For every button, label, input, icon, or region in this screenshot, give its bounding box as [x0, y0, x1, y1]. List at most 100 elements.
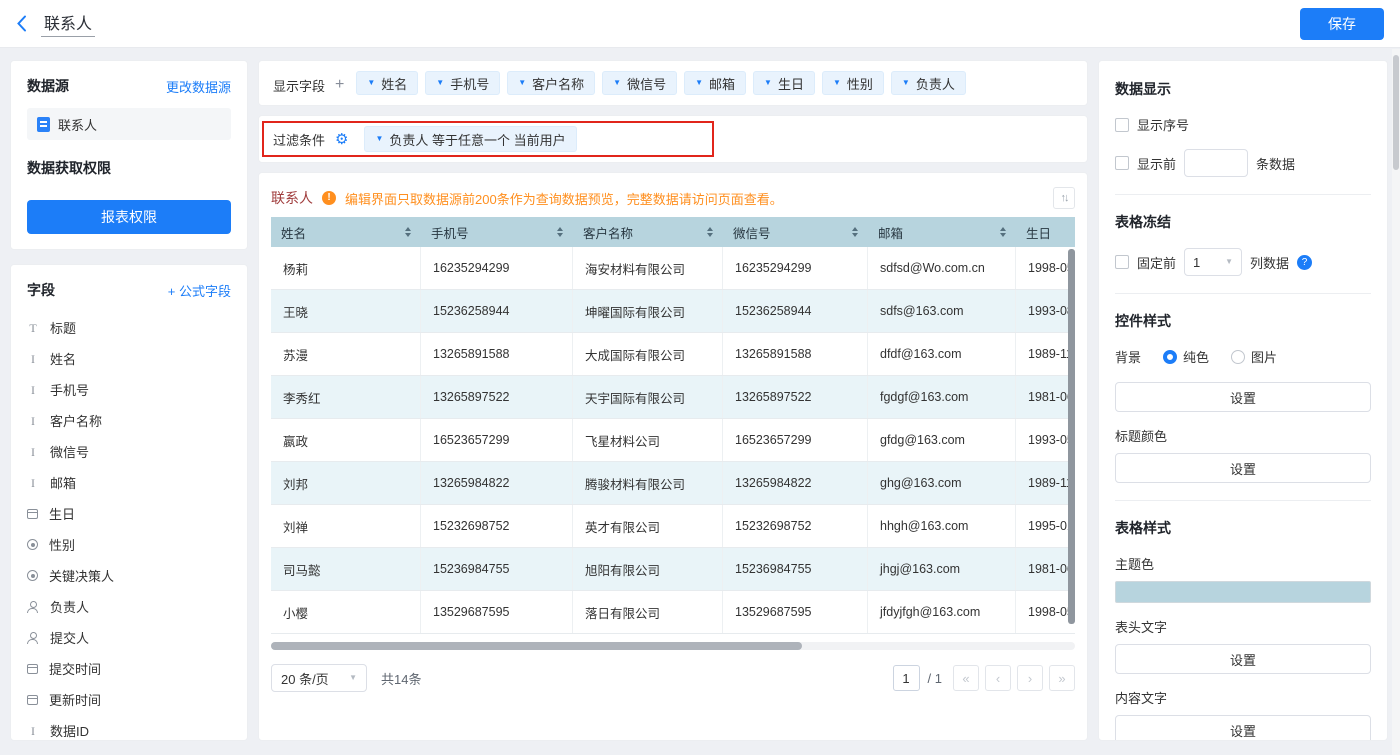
- table-row[interactable]: 刘禅15232698752英才有限公司15232698752hhgh@163.c…: [271, 505, 1075, 548]
- table-row[interactable]: 嬴政16523657299飞星材料公司16523657299gfdg@163.c…: [271, 419, 1075, 462]
- change-datasource-link[interactable]: 更改数据源: [166, 77, 231, 96]
- table-cell: 嬴政: [271, 419, 421, 461]
- table-cell: 16523657299: [421, 419, 573, 461]
- column-header[interactable]: 手机号: [421, 217, 573, 247]
- display-field-chip[interactable]: ▼姓名: [356, 71, 418, 95]
- title-color-setting-button[interactable]: 设置: [1115, 453, 1371, 483]
- table-cell: 15236258944: [421, 290, 573, 332]
- background-label: 背景: [1115, 347, 1141, 366]
- scrollbar-thumb[interactable]: [271, 642, 802, 650]
- display-field-chip[interactable]: ▼微信号: [602, 71, 677, 95]
- field-item[interactable]: 负责人: [27, 591, 231, 622]
- top-count-input[interactable]: [1184, 149, 1248, 177]
- sort-icon[interactable]: [707, 227, 713, 237]
- report-permission-button[interactable]: 报表权限: [27, 200, 231, 234]
- calendar-icon: [27, 509, 38, 519]
- field-item[interactable]: I数据ID: [27, 715, 231, 741]
- table-cell: 1998-05: [1016, 247, 1075, 289]
- field-item[interactable]: I客户名称: [27, 405, 231, 436]
- freeze-count-select[interactable]: 1 ▼: [1184, 248, 1242, 276]
- bg-solid-radio[interactable]: 纯色: [1163, 347, 1209, 366]
- page-scrollbar[interactable]: [1392, 49, 1400, 755]
- sort-icon[interactable]: [852, 227, 858, 237]
- table-row[interactable]: 王晓15236258944坤曜国际有限公司15236258944sdfs@163…: [271, 290, 1075, 333]
- last-page-button[interactable]: »: [1049, 665, 1075, 691]
- field-item[interactable]: 生日: [27, 498, 231, 529]
- save-button[interactable]: 保存: [1300, 8, 1384, 40]
- display-field-chip[interactable]: ▼性别: [822, 71, 884, 95]
- show-top-checkbox[interactable]: [1115, 156, 1129, 170]
- table-cell: 王晓: [271, 290, 421, 332]
- table-row[interactable]: 司马懿15236984755旭阳有限公司15236984755jhgj@163.…: [271, 548, 1075, 591]
- table-card: 联系人 ! 编辑界面只取数据源前200条作为查询数据预览，完整数据请访问页面查看…: [258, 172, 1088, 741]
- next-page-button[interactable]: ›: [1017, 665, 1043, 691]
- theme-color-swatch[interactable]: [1115, 581, 1371, 603]
- table-horizontal-scrollbar[interactable]: [271, 642, 1075, 650]
- display-field-chip[interactable]: ▼负责人: [891, 71, 966, 95]
- field-item[interactable]: 提交人: [27, 622, 231, 653]
- field-item[interactable]: I微信号: [27, 436, 231, 467]
- column-header[interactable]: 姓名: [271, 217, 421, 247]
- help-icon[interactable]: ?: [1297, 255, 1312, 270]
- column-header-label: 微信号: [733, 223, 771, 242]
- table-row[interactable]: 李秀红13265897522天宇国际有限公司13265897522fgdgf@1…: [271, 376, 1075, 419]
- center-panel: 显示字段 + ▼姓名▼手机号▼客户名称▼微信号▼邮箱▼生日▼性别▼负责人 过滤条…: [258, 60, 1088, 741]
- page-size-select[interactable]: 20 条/页 ▼: [271, 664, 367, 692]
- sort-toggle-icon[interactable]: ↑↓: [1053, 187, 1075, 209]
- display-field-chip[interactable]: ▼手机号: [425, 71, 500, 95]
- field-label: 性别: [49, 535, 75, 554]
- field-item[interactable]: T标题: [27, 312, 231, 343]
- scrollbar-thumb[interactable]: [1068, 249, 1075, 624]
- field-item[interactable]: I手机号: [27, 374, 231, 405]
- first-page-button[interactable]: «: [953, 665, 979, 691]
- column-header[interactable]: 微信号: [723, 217, 868, 247]
- table-cell: sdfs@163.com: [868, 290, 1016, 332]
- field-item[interactable]: 提交时间: [27, 653, 231, 684]
- display-field-chip[interactable]: ▼邮箱: [684, 71, 746, 95]
- content-text-setting-button[interactable]: 设置: [1115, 715, 1371, 741]
- show-index-checkbox[interactable]: [1115, 118, 1129, 132]
- field-label: 客户名称: [50, 411, 102, 430]
- sort-icon[interactable]: [405, 227, 411, 237]
- background-setting-button[interactable]: 设置: [1115, 382, 1371, 412]
- column-header[interactable]: 邮箱: [868, 217, 1016, 247]
- table-row[interactable]: 苏漫13265891588大成国际有限公司13265891588dfdf@163…: [271, 333, 1075, 376]
- table-row[interactable]: 小樱13529687595落日有限公司13529687595jfdyjfgh@1…: [271, 591, 1075, 634]
- column-header[interactable]: 生日: [1016, 217, 1075, 247]
- freeze-checkbox[interactable]: [1115, 255, 1129, 269]
- gear-icon[interactable]: ⚙: [335, 132, 348, 147]
- table-cell: 1981-06: [1016, 376, 1075, 418]
- chip-label: 客户名称: [532, 74, 584, 93]
- sort-icon[interactable]: [1000, 227, 1006, 237]
- field-item[interactable]: I邮箱: [27, 467, 231, 498]
- field-item[interactable]: 更新时间: [27, 684, 231, 715]
- table-row[interactable]: 杨莉16235294299海安材料有限公司16235294299sdfsd@Wo…: [271, 247, 1075, 290]
- table-header-row: 姓名手机号客户名称微信号 邮箱生日: [271, 217, 1075, 247]
- divider: [1115, 293, 1371, 294]
- prev-page-button[interactable]: ‹: [985, 665, 1011, 691]
- add-display-field-button[interactable]: +: [335, 77, 344, 93]
- table-footer: 20 条/页 ▼ 共14条 1 / 1 « ‹ › »: [271, 664, 1075, 692]
- display-field-chip[interactable]: ▼生日: [753, 71, 815, 95]
- table-cell: 1995-01: [1016, 505, 1075, 547]
- table-cell: 大成国际有限公司: [573, 333, 723, 375]
- add-formula-field-link[interactable]: + 公式字段: [168, 281, 231, 300]
- display-field-chip[interactable]: ▼客户名称: [507, 71, 595, 95]
- header-text-setting-button[interactable]: 设置: [1115, 644, 1371, 674]
- field-item[interactable]: I姓名: [27, 343, 231, 374]
- bg-image-radio[interactable]: 图片: [1231, 347, 1277, 366]
- datasource-item[interactable]: 联系人: [27, 108, 231, 140]
- field-item[interactable]: 性别: [27, 529, 231, 560]
- field-item[interactable]: 关键决策人: [27, 560, 231, 591]
- sort-icon[interactable]: [557, 227, 563, 237]
- back-button[interactable]: [16, 15, 27, 32]
- page-input[interactable]: 1: [893, 665, 920, 691]
- column-header[interactable]: 客户名称: [573, 217, 723, 247]
- datasource-card: 数据源 更改数据源 联系人 数据获取权限 报表权限: [10, 60, 248, 250]
- table-row[interactable]: 刘邦13265984822腾骏材料有限公司13265984822ghg@163.…: [271, 462, 1075, 505]
- filter-condition-chip[interactable]: ▼ 负责人 等于任意一个 当前用户: [364, 126, 576, 152]
- scrollbar-thumb[interactable]: [1393, 55, 1399, 170]
- page-title[interactable]: 联系人: [41, 10, 95, 37]
- table-cell: 1998-05: [1016, 591, 1075, 633]
- table-vertical-scrollbar[interactable]: [1068, 249, 1075, 632]
